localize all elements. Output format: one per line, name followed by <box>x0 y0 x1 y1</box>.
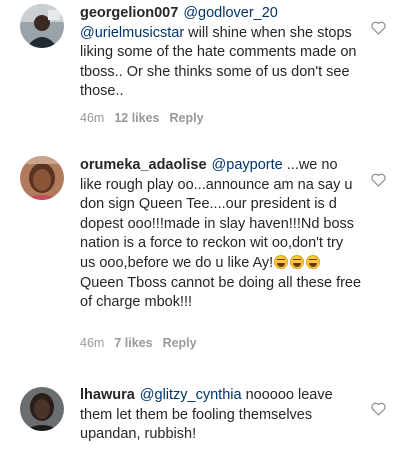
comment-text: lhawura @glitzy_cynthia nooooo leave them… <box>80 386 362 445</box>
comment-mention[interactable]: @glitzy_cynthia <box>140 387 242 403</box>
comment-meta: 46m 7 likes Reply <box>80 336 207 350</box>
grinning-sweat-emoji <box>306 254 321 269</box>
avatar[interactable] <box>20 4 64 48</box>
comment-meta: 46m 12 likes Reply <box>80 111 214 125</box>
heart-outline-icon[interactable] <box>371 21 386 35</box>
comment-likes[interactable]: 7 likes <box>114 336 152 350</box>
comment-mention[interactable]: @payporte <box>212 157 283 173</box>
reply-button[interactable]: Reply <box>163 336 197 350</box>
comment-likes[interactable]: 12 likes <box>114 111 159 125</box>
avatar[interactable] <box>20 156 64 200</box>
comment-text: georgelion007 @godlover_20 @urielmusicsta… <box>80 4 362 102</box>
heart-outline-icon[interactable] <box>371 402 386 416</box>
grinning-sweat-emoji <box>290 254 305 269</box>
comment-message-continued: Queen Tboss cannot be doing all these fr… <box>80 274 362 311</box>
reply-button[interactable]: Reply <box>170 111 204 125</box>
heart-outline-icon[interactable] <box>371 173 386 187</box>
comment-username[interactable]: orumeka_adaolise <box>80 157 207 173</box>
comment-text: orumeka_adaolise @payporte ...we no like … <box>80 156 362 313</box>
comment-username[interactable]: georgelion007 <box>80 5 178 21</box>
comment-message: ...we no like rough play oo...announce a… <box>80 157 355 271</box>
comment-time: 46m <box>80 336 105 350</box>
comment-username[interactable]: lhawura <box>80 387 135 403</box>
grinning-sweat-emoji <box>274 254 289 269</box>
comment-time: 46m <box>80 111 105 125</box>
avatar[interactable] <box>20 387 64 431</box>
